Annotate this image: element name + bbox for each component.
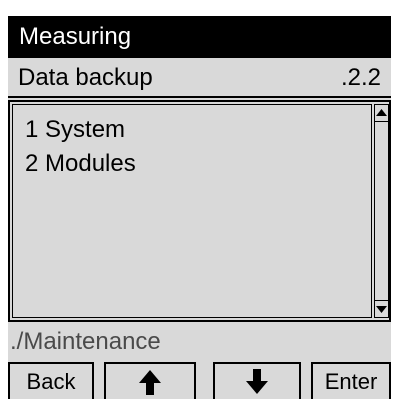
enter-button-label: Enter bbox=[324, 369, 378, 394]
menu-list: 1 System 2 Modules bbox=[8, 100, 391, 322]
title-text: Measuring bbox=[19, 23, 132, 50]
enter-button[interactable]: Enter bbox=[311, 362, 391, 399]
scroll-down-button[interactable] bbox=[375, 300, 388, 317]
arrow-up-icon bbox=[139, 370, 161, 395]
menu-header: Data backup .2.2 bbox=[8, 58, 391, 98]
triangle-up-icon bbox=[376, 109, 387, 116]
menu-path: ./Maintenance bbox=[10, 328, 161, 355]
scroll-up-button[interactable] bbox=[375, 105, 388, 122]
back-button[interactable]: Back bbox=[8, 362, 94, 399]
list-item-system[interactable]: 1 System bbox=[25, 115, 125, 145]
scrollbar[interactable] bbox=[374, 104, 389, 318]
menu-list-content: 1 System 2 Modules bbox=[12, 104, 372, 318]
device-screen: Measuring Data backup .2.2 1 System 2 Mo… bbox=[8, 16, 391, 399]
title-bar: Measuring bbox=[8, 16, 391, 58]
arrow-down-icon bbox=[246, 369, 268, 394]
menu-code: .2.2 bbox=[340, 64, 381, 91]
triangle-down-icon bbox=[376, 306, 387, 313]
list-item-modules[interactable]: 2 Modules bbox=[25, 149, 136, 179]
up-button[interactable] bbox=[104, 362, 196, 399]
down-button[interactable] bbox=[213, 362, 301, 399]
path-bar: ./Maintenance bbox=[8, 322, 391, 362]
back-button-label: Back bbox=[26, 369, 76, 394]
menu-title: Data backup bbox=[18, 64, 153, 91]
